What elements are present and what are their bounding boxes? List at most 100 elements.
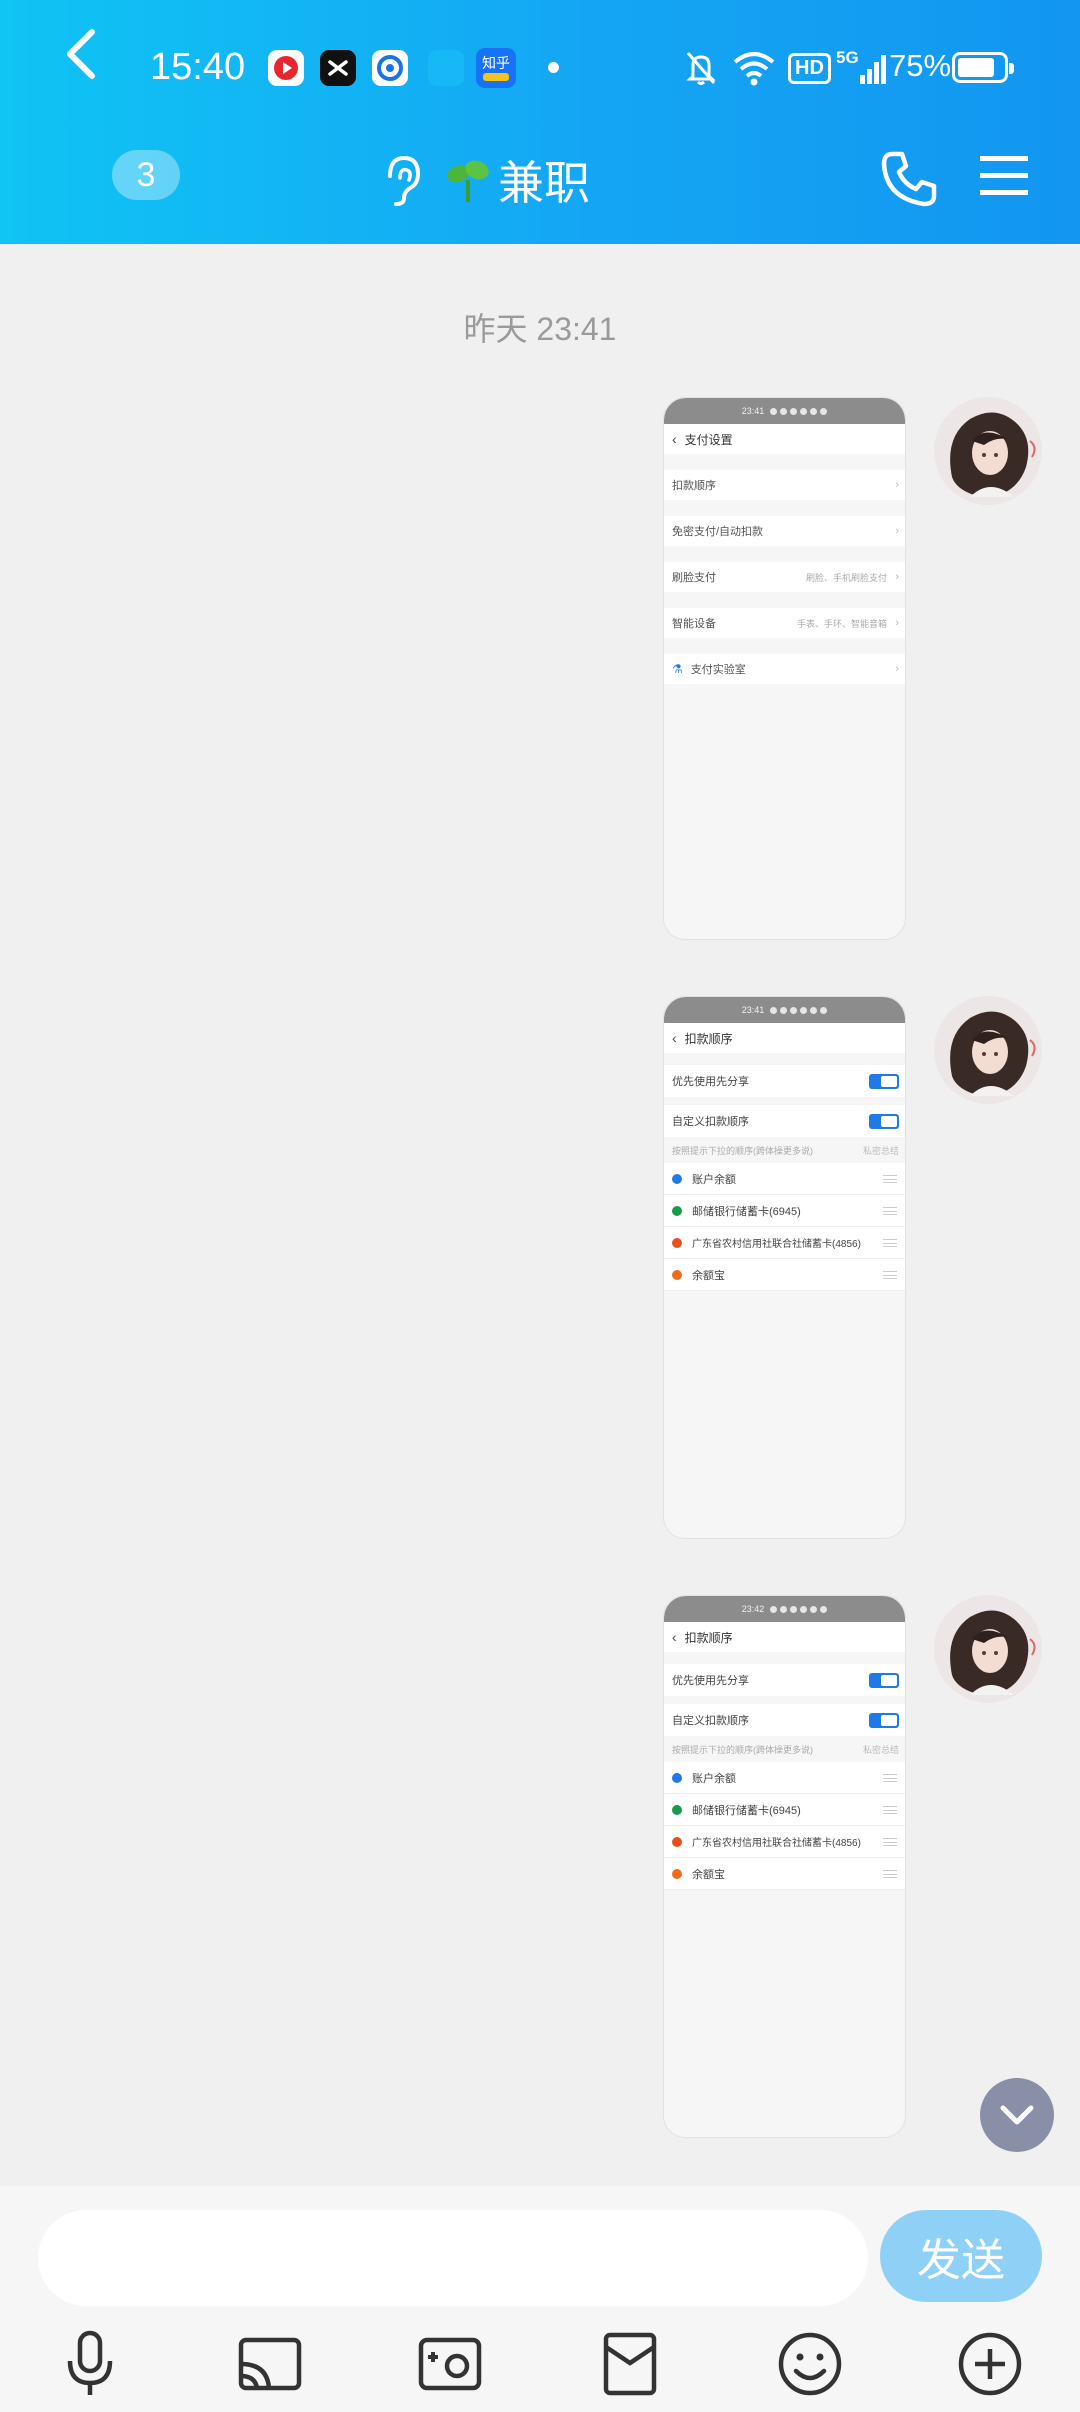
chevron-right-icon: ›: [895, 617, 899, 629]
mini-settings-row: 扣款顺序 ›: [664, 470, 905, 500]
drag-handle-icon: [883, 1838, 897, 1846]
mini-toggle-row: 优先使用先分享: [664, 1065, 905, 1097]
drag-handle-icon: [883, 1870, 897, 1878]
chevron-right-icon: ›: [895, 479, 899, 491]
mini-payment-row: 广东省农村信用社联合社储蓄卡(4856): [664, 1227, 905, 1259]
image-message[interactable]: 23:42 ‹ 扣款顺序 优先使用先分享 自定义扣款顺序 按照提示下拉的顺序(跨…: [663, 1595, 906, 2138]
avatar[interactable]: [934, 397, 1042, 505]
toggle-switch: [869, 1114, 899, 1129]
yuebao-icon: [672, 1269, 682, 1280]
mini-settings-row: ⚗ 支付实验室 ›: [664, 654, 905, 684]
ear-icon: [380, 152, 424, 208]
chat-title: 兼职: [498, 157, 590, 209]
avatar[interactable]: [934, 1595, 1042, 1703]
capcut-icon: [320, 50, 356, 86]
drag-handle-icon: [883, 1271, 897, 1279]
signal-icon: 5G: [836, 46, 887, 90]
mini-nav-bar: ‹ 支付设置: [664, 424, 905, 454]
microphone-icon[interactable]: [52, 2326, 128, 2402]
mini-payment-row: 余额宝: [664, 1259, 905, 1291]
chat-header: 15:40 知乎 HD 5G 75% 3 兼职: [0, 0, 1080, 244]
chat-title-group[interactable]: 兼职: [380, 150, 590, 210]
mini-status-bar: 23:41: [664, 398, 905, 424]
chat-message-list[interactable]: 昨天 23:41 23:41 ‹ 支付设置 扣款顺序 › 免密支付/自动扣款 ›…: [0, 244, 1080, 2186]
scroll-to-bottom-button[interactable]: [980, 2078, 1054, 2152]
mini-nav-title: 支付设置: [684, 432, 733, 447]
unread-count-badge[interactable]: 3: [112, 150, 180, 200]
mini-toggle-row: 优先使用先分享: [664, 1664, 905, 1696]
mini-hint-row: 按照提示下拉的顺序(跨体操更多说) 私密总结: [664, 1137, 905, 1163]
mini-nav-title: 扣款顺序: [684, 1031, 733, 1046]
phone-call-button[interactable]: [878, 148, 940, 210]
hd-label: HD: [788, 52, 831, 84]
battery-percent: 75%: [889, 48, 952, 83]
drag-handle-icon: [883, 1774, 897, 1782]
plus-icon[interactable]: [952, 2326, 1028, 2402]
chevron-right-icon: ›: [895, 663, 899, 675]
browser-app-icon: [372, 50, 408, 86]
balance-icon: [672, 1772, 682, 1783]
chevron-down-icon: [1000, 2105, 1034, 2125]
flask-icon: ⚗: [672, 662, 683, 676]
message-timestamp: 昨天 23:41: [463, 311, 617, 347]
input-toolbar: [0, 2326, 1080, 2406]
image-message[interactable]: 23:41 ‹ 支付设置 扣款顺序 › 免密支付/自动扣款 › 刷脸支付 刷脸、…: [663, 397, 906, 940]
menu-button[interactable]: [978, 152, 1030, 200]
mute-icon: [684, 46, 718, 90]
mini-status-time: 23:42: [741, 1604, 765, 1614]
image-message[interactable]: 23:41 ‹ 扣款顺序 优先使用先分享 自定义扣款顺序 按照提示下拉的顺序(跨…: [663, 996, 906, 1539]
balance-icon: [672, 1173, 682, 1184]
record-app-icon: [268, 50, 304, 86]
photo-icon[interactable]: [412, 2326, 488, 2402]
network-label: 5G: [836, 48, 859, 67]
red-packet-icon[interactable]: [592, 2326, 668, 2402]
mini-payment-row: 账户余额: [664, 1762, 905, 1794]
mini-status-bar: 23:41: [664, 997, 905, 1023]
send-button[interactable]: 发送: [880, 2210, 1042, 2302]
mini-hint-row: 按照提示下拉的顺序(跨体操更多说) 私密总结: [664, 1736, 905, 1762]
drag-handle-icon: [883, 1806, 897, 1814]
emoji-icon[interactable]: [772, 2326, 848, 2402]
message-input[interactable]: [38, 2210, 868, 2306]
rural-bank-icon: [672, 1237, 682, 1248]
mini-nav-bar: ‹ 扣款顺序: [664, 1622, 905, 1652]
mini-back-icon: ‹: [672, 1629, 677, 1645]
toggle-switch: [869, 1074, 899, 1089]
hd-icon: HD: [788, 46, 831, 90]
mini-payment-row: 邮储银行储蓄卡(6945): [664, 1195, 905, 1227]
wifi-icon: [732, 46, 776, 90]
rural-bank-icon: [672, 1836, 682, 1847]
mini-status-time: 23:41: [741, 406, 765, 416]
toggle-switch: [869, 1673, 899, 1688]
postal-bank-icon: [672, 1205, 682, 1216]
mini-nav-title: 扣款顺序: [684, 1630, 733, 1645]
yuebao-icon: [672, 1868, 682, 1879]
back-button[interactable]: [52, 18, 112, 88]
mini-payment-row: 账户余额: [664, 1163, 905, 1195]
mini-back-icon: ‹: [672, 1030, 677, 1046]
mini-settings-row: 智能设备 手表、手环、智能音箱 ›: [664, 608, 905, 638]
blank-app-icon: [428, 50, 464, 86]
mini-status-time: 23:41: [741, 1005, 765, 1015]
screen-cast-icon[interactable]: [232, 2326, 308, 2402]
mini-status-bar: 23:42: [664, 1596, 905, 1622]
mini-payment-row: 余额宝: [664, 1858, 905, 1890]
drag-handle-icon: [883, 1239, 897, 1247]
mini-back-icon: ‹: [672, 431, 677, 447]
avatar[interactable]: [934, 996, 1042, 1104]
toggle-switch: [869, 1713, 899, 1728]
mini-toggle-row: 自定义扣款顺序: [664, 1105, 905, 1137]
chevron-right-icon: ›: [895, 525, 899, 537]
zhihu-label: 知乎: [482, 55, 510, 71]
mini-payment-row: 广东省农村信用社联合社储蓄卡(4856): [664, 1826, 905, 1858]
chevron-right-icon: ›: [895, 571, 899, 583]
mini-nav-bar: ‹ 扣款顺序: [664, 1023, 905, 1053]
status-bar: 15:40 知乎 HD 5G 75%: [0, 0, 1080, 136]
input-area: 发送: [0, 2186, 1080, 2412]
notification-dot: [548, 62, 559, 73]
mini-payment-row: 邮储银行储蓄卡(6945): [664, 1794, 905, 1826]
drag-handle-icon: [883, 1207, 897, 1215]
status-time: 15:40: [150, 46, 246, 88]
postal-bank-icon: [672, 1804, 682, 1815]
drag-handle-icon: [883, 1175, 897, 1183]
